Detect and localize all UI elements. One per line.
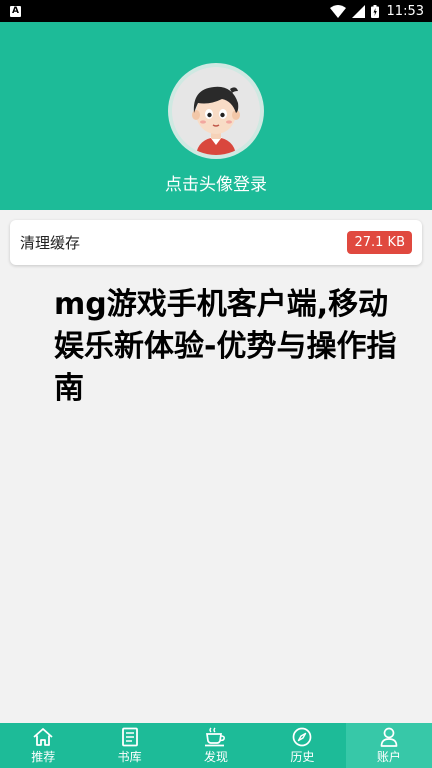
status-bar: A 11:53 <box>0 0 432 22</box>
notification-icon: A <box>10 5 21 17</box>
battery-icon <box>370 4 379 18</box>
cache-size-badge: 27.1 KB <box>347 231 412 254</box>
status-time: 11:53 <box>386 3 424 19</box>
compass-icon <box>293 727 312 746</box>
book-icon <box>121 727 138 746</box>
bottom-tab-bar: 推荐 书库 发现 历史 账户 <box>0 723 432 768</box>
wifi-icon <box>329 4 346 18</box>
avatar-cartoon-icon <box>172 67 260 155</box>
tab-label: 书库 <box>117 749 142 764</box>
article-title: mg游戏手机客户端,移动娱乐新体验-优势与操作指南 <box>54 287 397 406</box>
cup-icon <box>205 727 225 746</box>
tab-account[interactable]: 账户 <box>345 723 432 768</box>
login-prompt[interactable]: 点击头像登录 <box>0 170 432 195</box>
tab-label: 推荐 <box>31 749 56 764</box>
clear-cache-label: 清理缓存 <box>20 234 81 252</box>
avatar[interactable] <box>172 67 260 155</box>
tab-label: 账户 <box>376 749 401 764</box>
tab-library[interactable]: 书库 <box>86 723 172 768</box>
home-icon <box>33 727 53 746</box>
tab-recommend[interactable]: 推荐 <box>0 723 86 768</box>
tab-history[interactable]: 历史 <box>259 723 345 768</box>
clear-cache-row[interactable]: 清理缓存 27.1 KB <box>10 220 422 265</box>
tab-label: 发现 <box>204 749 229 764</box>
tab-label: 历史 <box>290 749 315 764</box>
signal-icon <box>351 4 365 18</box>
tab-discover[interactable]: 发现 <box>173 723 259 768</box>
person-icon <box>380 727 398 747</box>
profile-header: 点击头像登录 <box>0 22 432 210</box>
